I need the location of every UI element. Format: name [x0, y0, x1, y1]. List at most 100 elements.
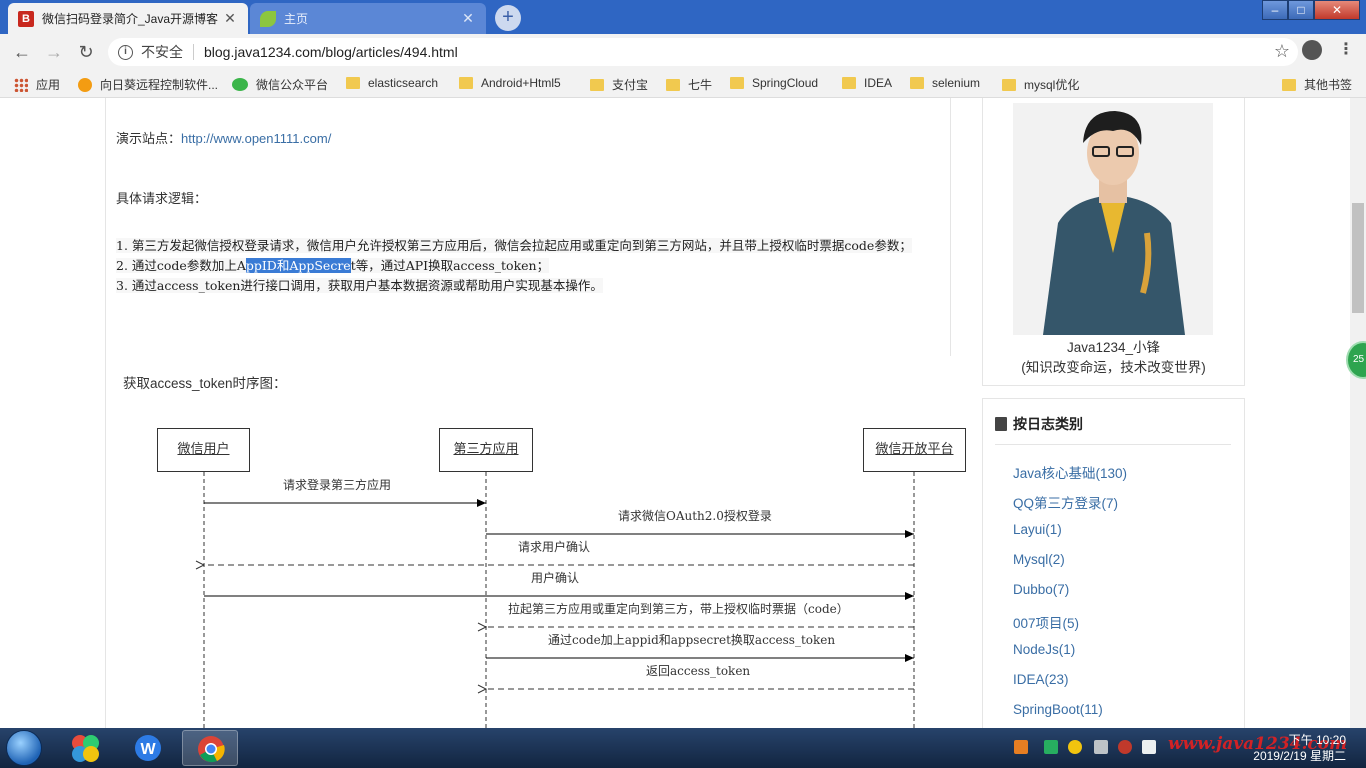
info-icon[interactable]: i — [118, 44, 133, 60]
actor-third-party-app: 第三方应用 — [439, 428, 533, 472]
tray-antivirus-icon[interactable] — [1118, 740, 1132, 754]
bookmark-sunflower[interactable]: 向日葵远程控制软件... — [78, 76, 218, 93]
system-clock[interactable]: 下午 10:20 2019/2/19 星期二 — [1240, 732, 1346, 764]
wps-icon: W — [135, 735, 161, 761]
url-text[interactable]: blog.java1234.com/blog/articles/494.html — [204, 44, 458, 60]
floating-badge[interactable]: 25 — [1346, 341, 1366, 379]
new-tab-button[interactable]: + — [495, 5, 521, 31]
clock-time: 下午 10:20 — [1288, 733, 1346, 747]
category-link[interactable]: Java核心基础(130) — [1013, 462, 1127, 482]
category-link[interactable]: QQ第三方登录(7) — [1013, 492, 1118, 512]
bookmark-folder[interactable]: 支付宝 — [590, 76, 648, 93]
star-icon[interactable]: ☆ — [1274, 41, 1290, 62]
site-favicon: B — [18, 10, 34, 27]
folder-icon — [910, 77, 924, 89]
close-icon[interactable]: ✕ — [460, 10, 476, 27]
forward-arrow-icon[interactable]: → — [42, 40, 66, 64]
category-link[interactable]: 007项目(5) — [1013, 612, 1079, 632]
sequence-title: 获取access_token时序图： — [123, 376, 287, 391]
page-content: 演示站点：http://www.open1111.com/ 具体请求逻辑： 1.… — [0, 98, 1366, 728]
sequence-diagram: 微信用户 第三方应用 微信开放平台 请求登录第三方应用 请求微信OAuth2.0… — [150, 428, 970, 728]
demo-link[interactable]: http://www.open1111.com/ — [181, 131, 331, 146]
category-link[interactable]: IDEA(23) — [1013, 672, 1069, 687]
category-heading: 按日志类别 — [995, 414, 1083, 434]
close-icon[interactable]: ✕ — [222, 10, 238, 27]
author-info: Java1234_小锋 (知识改变命运，技术改变世界) — [982, 338, 1245, 378]
taskbar-app-photos[interactable] — [58, 730, 114, 766]
steps-list: 1. 第三方发起微信授权登录请求，微信用户允许授权第三方应用后，微信会拉起应用或… — [116, 236, 946, 296]
scrollbar[interactable] — [1350, 98, 1366, 728]
bookmark-folder[interactable]: IDEA — [842, 76, 892, 90]
reload-icon[interactable]: ↻ — [74, 40, 98, 64]
bookmark-folder[interactable]: 七牛 — [666, 76, 712, 93]
tab-strip: B 微信扫码登录简介_Java开源博客 ✕ 主页 ✕ + – □ ✕ — [0, 0, 1366, 34]
back-arrow-icon[interactable]: ← — [10, 40, 34, 64]
message-label: 通过code加上appid和appsecret换取access_token — [548, 633, 836, 647]
category-link[interactable]: NodeJs(1) — [1013, 642, 1075, 657]
message-label: 请求登录第三方应用 — [283, 478, 392, 492]
bookmark-folder[interactable]: mysql优化 — [1002, 76, 1079, 93]
list-item: 2. 通过code参数加上AppID和AppSecret等，通过API换取acc… — [116, 258, 550, 273]
tray-network-icon[interactable] — [1094, 740, 1108, 754]
tray-flag-icon[interactable] — [1142, 740, 1156, 754]
bookmark-folder[interactable]: Android+Html5 — [459, 76, 561, 90]
start-button[interactable] — [6, 730, 42, 766]
bookmark-folder[interactable]: elasticsearch — [346, 76, 438, 90]
tab-title: 主页 — [284, 12, 309, 26]
window-close-button[interactable]: ✕ — [1314, 0, 1360, 20]
actor-open-platform: 微信开放平台 — [863, 428, 966, 472]
taskbar-app-chrome[interactable] — [182, 730, 238, 766]
folder-icon — [459, 77, 473, 89]
bookmark-apps[interactable]: 应用 — [14, 76, 60, 93]
bookmark-wechat[interactable]: 微信公众平台 — [232, 76, 328, 93]
category-link[interactable]: Dubbo(7) — [1013, 582, 1069, 597]
bookmark-folder[interactable]: selenium — [910, 76, 980, 90]
bookmarks-bar: 应用 向日葵远程控制软件... 微信公众平台 elasticsearch And… — [0, 70, 1366, 98]
taskbar: W www.java1234.com 下午 10:20 2019/2/19 星期… — [0, 728, 1366, 768]
category-link[interactable]: SpringBoot(11) — [1013, 702, 1103, 717]
minimize-button[interactable]: – — [1262, 0, 1288, 20]
menu-icon[interactable]: ⋮ — [1336, 40, 1356, 60]
category-link[interactable]: Layui(1) — [1013, 522, 1062, 537]
tray-plus-icon[interactable] — [1068, 740, 1082, 754]
photos-icon — [72, 735, 99, 762]
tray-sogou-icon[interactable] — [1014, 740, 1028, 754]
folder-icon — [346, 77, 360, 89]
tab-article[interactable]: B 微信扫码登录简介_Java开源博客 ✕ — [8, 3, 248, 34]
leaf-icon — [260, 10, 276, 27]
taskbar-app-wps[interactable]: W — [120, 730, 176, 766]
folder-icon — [1282, 78, 1296, 91]
browser-toolbar: ← → ↻ i 不安全 blog.java1234.com/blog/artic… — [0, 34, 1366, 70]
profile-icon[interactable] — [1302, 40, 1322, 60]
message-label: 请求用户确认 — [518, 540, 591, 554]
list-item: 1. 第三方发起微信授权登录请求，微信用户允许授权第三方应用后，微信会拉起应用或… — [116, 238, 912, 253]
bookmark-folder[interactable]: SpringCloud — [730, 76, 818, 90]
actor-wechat-user: 微信用户 — [157, 428, 250, 472]
author-name: Java1234_小锋 — [1066, 340, 1161, 355]
wechat-icon — [232, 78, 248, 91]
svg-text:W: W — [140, 741, 156, 758]
message-label: 请求微信OAuth2.0授权登录 — [618, 509, 772, 523]
category-link[interactable]: Mysql(2) — [1013, 552, 1065, 567]
avatar-photo — [1013, 103, 1213, 335]
address-bar[interactable]: i 不安全 blog.java1234.com/blog/articles/49… — [108, 38, 1298, 66]
message-label: 拉起第三方应用或重定向到第三方，带上授权临时票据（code） — [508, 602, 849, 616]
security-label: 不安全 — [141, 44, 183, 60]
maximize-button[interactable]: □ — [1288, 0, 1314, 20]
apps-icon — [14, 77, 28, 92]
tab-home[interactable]: 主页 ✕ — [250, 3, 486, 34]
message-label: 返回access_token — [646, 664, 751, 678]
folder-icon — [1002, 78, 1016, 91]
folder-icon — [842, 77, 856, 89]
list-item: 3. 通过access_token进行接口调用，获取用户基本数据资源或帮助用户实… — [116, 278, 603, 293]
sunflower-icon — [78, 77, 92, 92]
tab-title: 微信扫码登录简介_Java开源博客 — [42, 12, 219, 26]
author-motto: (知识改变命运，技术改变世界) — [1021, 360, 1206, 375]
scrollbar-thumb[interactable] — [1352, 203, 1364, 313]
selected-text: ppID和AppSecre — [245, 258, 351, 273]
message-label: 用户确认 — [531, 571, 580, 585]
folder-icon — [590, 78, 604, 91]
bookmark-other[interactable]: 其他书签 — [1282, 76, 1352, 93]
tray-shield-icon[interactable] — [1044, 740, 1058, 754]
clock-date: 2019/2/19 星期二 — [1253, 749, 1346, 763]
